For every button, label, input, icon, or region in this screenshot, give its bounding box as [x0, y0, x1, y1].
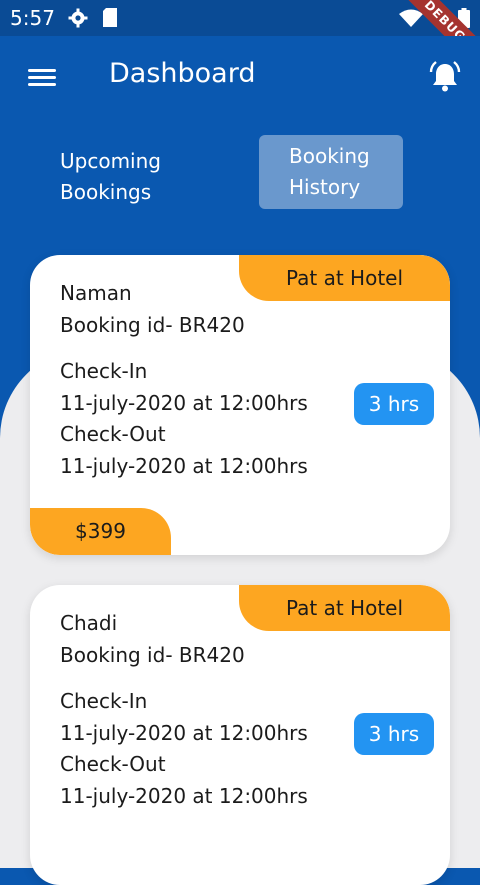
menu-button[interactable]: [26, 65, 58, 91]
page-title: Dashboard: [109, 58, 256, 89]
app-bar: Dashboard: [0, 36, 480, 120]
duration-badge[interactable]: 3 hrs: [354, 713, 434, 755]
checkin-label: Check-In: [60, 689, 148, 713]
checkout-datetime: 11-july-2020 at 12:00hrs: [60, 784, 308, 808]
gear-icon: [68, 8, 88, 32]
notification-bell-icon[interactable]: [428, 60, 462, 94]
sd-card-icon: [102, 8, 118, 32]
booking-card[interactable]: Pat at Hotel Chadi Booking id- BR420 Che…: [30, 585, 450, 885]
checkout-label: Check-Out: [60, 422, 166, 446]
checkin-label: Check-In: [60, 359, 148, 383]
checkout-label: Check-Out: [60, 752, 166, 776]
tab-booking-history-label: Booking History: [289, 144, 370, 199]
checkin-datetime: 11-july-2020 at 12:00hrs: [60, 721, 308, 745]
status-badge: Pat at Hotel: [239, 255, 450, 301]
checkin-datetime: 11-july-2020 at 12:00hrs: [60, 391, 308, 415]
tab-upcoming-bookings[interactable]: Upcoming Bookings: [60, 140, 161, 214]
menu-icon: [28, 69, 56, 72]
status-bar: 5:57 DEBUG: [0, 0, 480, 75]
booking-card[interactable]: Pat at Hotel Naman Booking id- BR420 Che…: [30, 255, 450, 555]
status-time: 5:57: [10, 6, 55, 30]
price-badge: $399: [30, 508, 171, 555]
booking-id: Booking id- BR420: [60, 643, 245, 667]
tab-booking-history[interactable]: Booking History: [259, 135, 403, 209]
guest-name: Naman: [60, 281, 132, 305]
status-badge: Pat at Hotel: [239, 585, 450, 631]
booking-id: Booking id- BR420: [60, 313, 245, 337]
checkout-datetime: 11-july-2020 at 12:00hrs: [60, 454, 308, 478]
duration-badge[interactable]: 3 hrs: [354, 383, 434, 425]
booking-tabs: Upcoming Bookings Booking History: [0, 120, 480, 240]
guest-name: Chadi: [60, 611, 118, 635]
